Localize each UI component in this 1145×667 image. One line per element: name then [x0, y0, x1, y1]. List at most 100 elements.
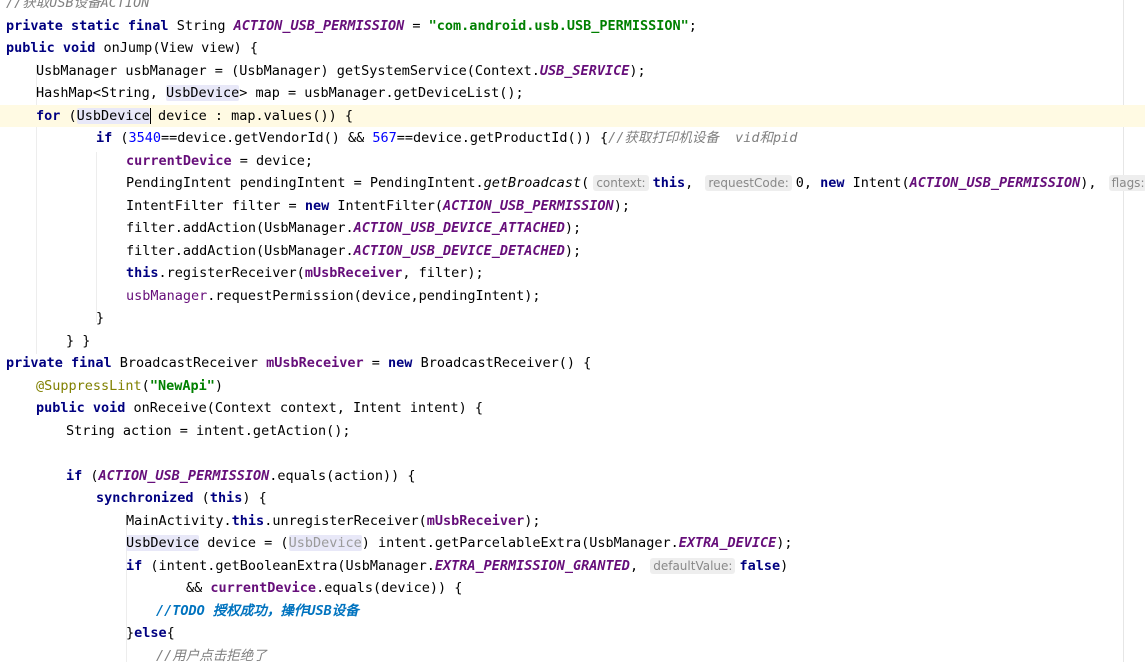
code-line[interactable]: IntentFilter filter = new IntentFilter(A… [0, 195, 1145, 217]
code-line[interactable] [0, 442, 1145, 464]
code-token: .equals(action)) { [269, 467, 416, 484]
code-token: onReceive(Context context, Intent intent… [133, 400, 484, 416]
code-token: ( [68, 107, 77, 124]
code-token: USB_SERVICE [539, 62, 630, 79]
code-token: false [739, 557, 781, 574]
code-token: ); [776, 535, 793, 551]
code-token: EXTRA_PERMISSION_GRANTED [434, 557, 630, 574]
code-line[interactable]: }else{ [0, 622, 1145, 644]
code-line[interactable]: if (ACTION_USB_PERMISSION.equals(action)… [0, 465, 1145, 487]
code-line[interactable]: PendingIntent pendingIntent = PendingInt… [0, 172, 1145, 194]
code-token: (intent.getBooleanExtra(UsbManager. [150, 557, 435, 574]
code-token: .equals(device)) { [316, 580, 463, 596]
code-token: 567 [372, 130, 397, 146]
code-token: BroadcastReceiver() { [420, 355, 592, 371]
code-token: , filter); [402, 265, 484, 281]
parameter-hint: defaultValue: [650, 557, 736, 574]
code-token: ) { [242, 490, 267, 506]
code-token: ACTION_USB_PERMISSION [443, 197, 614, 214]
code-token: "NewApi" [149, 377, 215, 394]
code-token: @SuppressLint [36, 377, 142, 394]
code-token: private final [6, 355, 120, 371]
code-line[interactable]: if (intent.getBooleanExtra(UsbManager.EX… [0, 555, 1145, 577]
code-line[interactable]: HashMap<String, UsbDevice> map = usbMana… [0, 82, 1145, 104]
code-token: //获取USB设备ACTION [6, 0, 150, 11]
code-token: public void [6, 40, 104, 56]
code-token: //用户点击拒绝了 [156, 647, 267, 664]
code-line[interactable]: UsbManager usbManager = (UsbManager) get… [0, 60, 1145, 82]
code-line[interactable]: filter.addAction(UsbManager.ACTION_USB_D… [0, 217, 1145, 239]
code-line[interactable]: } [0, 307, 1145, 329]
code-token: //获取打印机设备 vid和pid [608, 130, 798, 146]
code-line[interactable]: if (3540==device.getVendorId() && 567==d… [0, 127, 1145, 149]
code-token: filter.addAction(UsbManager. [126, 220, 354, 236]
code-line[interactable]: private final BroadcastReceiver mUsbRece… [0, 352, 1145, 374]
code-token: } [126, 625, 135, 641]
code-token: synchronized [96, 490, 202, 506]
code-token: 3540 [128, 130, 162, 146]
code-token: = device; [231, 152, 313, 169]
code-line[interactable]: //用户点击拒绝了 [0, 645, 1145, 667]
code-line[interactable]: usbManager.requestPermission(device,pend… [0, 285, 1145, 307]
code-line[interactable]: && currentDevice.equals(device)) { [0, 577, 1145, 599]
code-line[interactable]: public void onReceive(Context context, I… [0, 397, 1145, 419]
code-token: ACTION_USB_DEVICE_DETACHED [353, 242, 565, 259]
code-token: public void [36, 400, 134, 416]
code-line[interactable]: String action = intent.getAction(); [0, 420, 1145, 442]
code-token: IntentFilter( [337, 197, 443, 214]
code-token: { [166, 625, 175, 641]
code-token: ), [1080, 175, 1105, 191]
code-token: this [652, 175, 686, 191]
code-token: getBroadcast [483, 175, 582, 191]
code-token: BroadcastReceiver [119, 355, 267, 371]
code-line[interactable]: @SuppressLint("NewApi") [0, 375, 1145, 397]
code-token: .unregisterReceiver( [264, 512, 427, 529]
code-line[interactable]: //获取USB设备ACTION [0, 0, 1145, 14]
code-token: if [126, 557, 151, 574]
code-token: mUsbReceiver [426, 512, 525, 529]
code-token: .registerReceiver( [158, 265, 305, 281]
code-token: UsbDevice [126, 535, 200, 551]
code-line[interactable]: MainActivity.this.unregisterReceiver(mUs… [0, 510, 1145, 532]
code-token: HashMap<String, [36, 85, 167, 101]
code-token: IntentFilter filter = [126, 197, 305, 214]
code-token: 0, [795, 175, 821, 191]
code-token: //TODO 授权成功，操作USB设备 [156, 602, 359, 619]
code-token: ACTION_USB_PERMISSION [233, 17, 405, 34]
code-line[interactable]: this.registerReceiver(mUsbReceiver, filt… [0, 262, 1145, 284]
code-line[interactable]: } } [0, 330, 1145, 352]
code-token: ACTION_USB_PERMISSION [909, 175, 1081, 191]
code-token: UsbManager usbManager = (UsbManager) get… [36, 62, 540, 79]
code-editor[interactable]: //获取USB设备ACTION private static final Stri… [0, 0, 1145, 664]
code-token: String action = intent.getAction(); [66, 422, 351, 439]
code-line[interactable]: currentDevice = device; [0, 150, 1145, 172]
code-line[interactable]: synchronized (this) { [0, 487, 1145, 509]
code-line[interactable]: UsbDevice device = (UsbDevice) intent.ge… [0, 532, 1145, 554]
code-token: ); [564, 242, 582, 259]
code-token: else [134, 625, 167, 641]
code-token: currentDevice [210, 580, 317, 596]
code-token: UsbDevice [288, 535, 362, 551]
code-line[interactable]: //TODO 授权成功，操作USB设备 [0, 600, 1145, 622]
code-token: = [363, 355, 389, 371]
parameter-hint: context: [593, 175, 649, 191]
code-line[interactable]: public void onJump(View view) { [0, 37, 1145, 59]
code-token: this [209, 490, 243, 506]
code-token: if [96, 130, 121, 146]
code-token: new [388, 355, 421, 371]
code-token: ); [629, 62, 646, 79]
code-line[interactable]: for (UsbDevice device : map.values()) { [0, 104, 1145, 127]
code-token: ) intent.getParcelableExtra(UsbManager. [361, 535, 679, 551]
code-token: device : map.values()) { [149, 107, 354, 124]
code-line[interactable]: private static final String ACTION_USB_P… [0, 15, 1145, 37]
code-token: > map = usbManager.getDeviceList(); [239, 85, 524, 101]
code-token: private static final [6, 17, 177, 34]
code-token: onJump(View view) { [103, 40, 258, 56]
code-token: String [176, 17, 234, 34]
parameter-hint: flags: [1108, 175, 1145, 191]
code-token: .requestPermission(device,pendingIntent)… [207, 287, 541, 304]
code-token: = [404, 17, 429, 34]
code-token: UsbDevice [166, 85, 240, 101]
code-token: this [231, 512, 265, 529]
code-line[interactable]: filter.addAction(UsbManager.ACTION_USB_D… [0, 240, 1145, 262]
